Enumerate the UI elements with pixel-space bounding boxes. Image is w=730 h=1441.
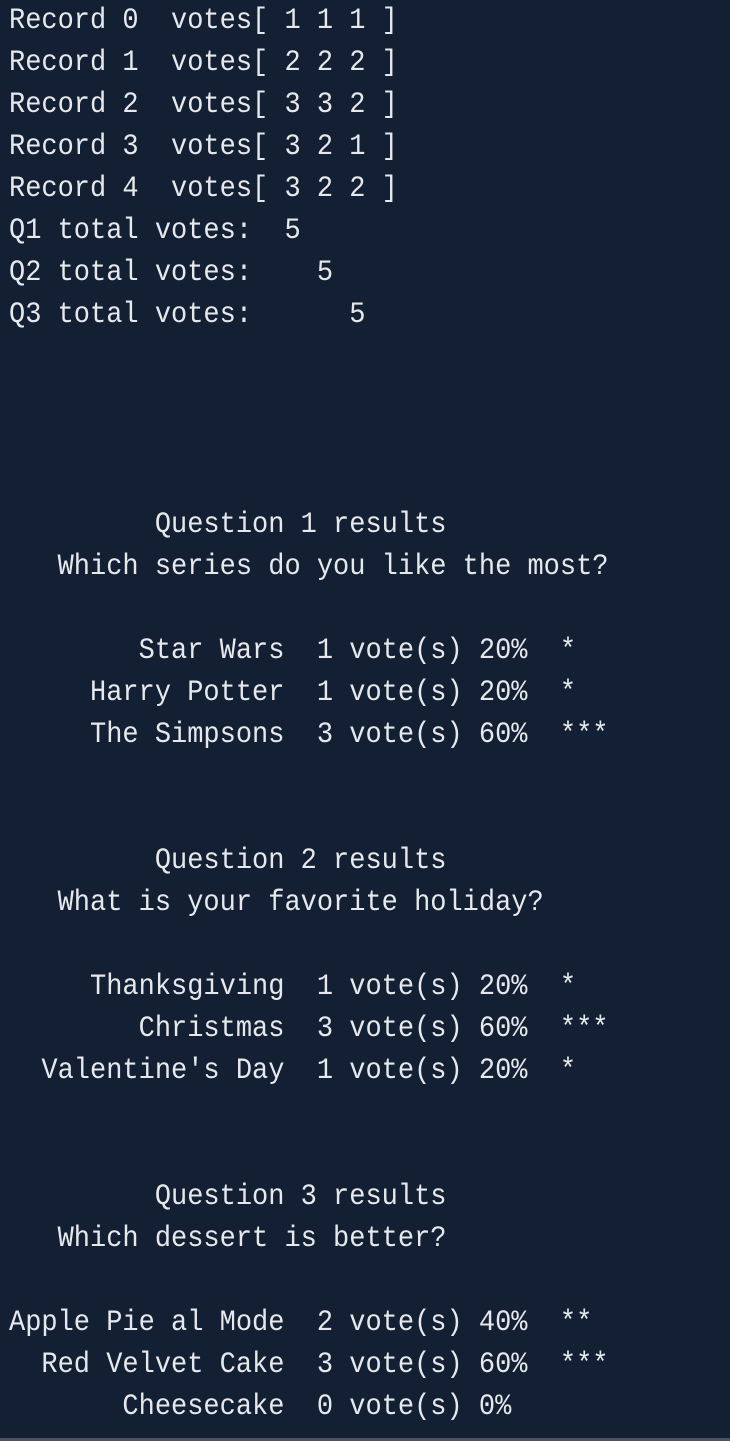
record-line-4: Record 4 votes[ 3 2 2 ] [9, 172, 398, 206]
result-row-red-velvet-cake: Red Velvet Cake 3 vote(s) 60% *** [9, 1348, 609, 1382]
result-row-cheesecake: Cheesecake 0 vote(s) 0% [9, 1390, 512, 1424]
record-line-3: Record 3 votes[ 3 2 1 ] [9, 130, 398, 164]
result-row-star-wars: Star Wars 1 vote(s) 20% * [9, 634, 577, 668]
result-row-harry-potter: Harry Potter 1 vote(s) 20% * [9, 676, 577, 710]
result-row-valentines-day: Valentine's Day 1 vote(s) 20% * [9, 1054, 577, 1088]
result-row-the-simpsons: The Simpsons 3 vote(s) 60% *** [9, 718, 609, 752]
question-1-prompt: Which series do you like the most? [9, 550, 609, 584]
record-line-1: Record 1 votes[ 2 2 2 ] [9, 46, 398, 80]
question-1-heading: Question 1 results [9, 508, 447, 542]
result-row-apple-pie: Apple Pie al Mode 2 vote(s) 40% ** [9, 1306, 593, 1340]
question-3-heading: Question 3 results [9, 1180, 447, 1214]
terminal-output: Record 0 votes[ 1 1 1 ] Record 1 votes[ … [0, 0, 730, 1438]
record-line-0: Record 0 votes[ 1 1 1 ] [9, 4, 398, 38]
result-row-christmas: Christmas 3 vote(s) 60% *** [9, 1012, 609, 1046]
question-3-prompt: Which dessert is better? [9, 1222, 447, 1256]
question-2-heading: Question 2 results [9, 844, 447, 878]
result-row-thanksgiving: Thanksgiving 1 vote(s) 20% * [9, 970, 577, 1004]
question-2-prompt: What is your favorite holiday? [9, 886, 544, 920]
q3-total-line: Q3 total votes: 5 [9, 298, 366, 332]
record-line-2: Record 2 votes[ 3 3 2 ] [9, 88, 398, 122]
q2-total-line: Q2 total votes: 5 [9, 256, 334, 290]
q1-total-line: Q1 total votes: 5 [9, 214, 301, 248]
